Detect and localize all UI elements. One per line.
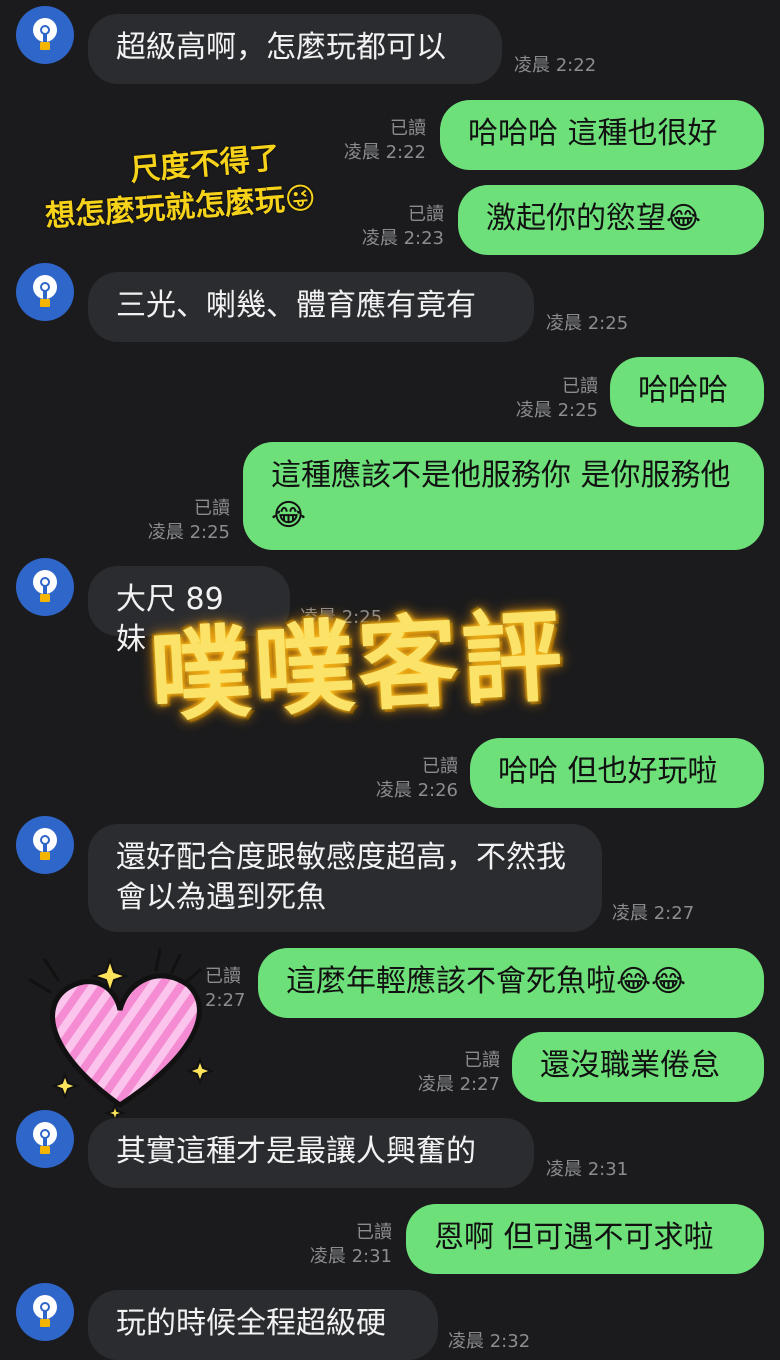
- message-time: 凌晨 2:25: [515, 400, 598, 421]
- message-time: 2:27: [205, 990, 246, 1011]
- message-time: 凌晨 2:32: [448, 1331, 531, 1352]
- outgoing-message-bubble[interactable]: 恩啊 但可遇不可求啦: [406, 1204, 764, 1274]
- lightbulb-avatar-icon: [18, 8, 72, 62]
- read-receipt: 已讀: [422, 756, 458, 777]
- incoming-message-bubble[interactable]: 超級高啊，怎麼玩都可以: [88, 14, 502, 84]
- incoming-message-bubble[interactable]: 還好配合度跟敏感度超高，不然我會以為遇到死魚: [88, 824, 602, 932]
- avatar[interactable]: [16, 558, 74, 616]
- read-receipt: 已讀: [390, 118, 426, 139]
- message-time: 凌晨 2:25: [147, 522, 230, 543]
- lightbulb-avatar-icon: [18, 265, 72, 319]
- outgoing-message-bubble[interactable]: 激起你的慾望😂: [458, 185, 764, 255]
- outgoing-message-bubble[interactable]: 哈哈哈 這種也很好: [440, 100, 764, 170]
- incoming-message-bubble[interactable]: 其實這種才是最讓人興奮的: [88, 1118, 534, 1188]
- outgoing-message-bubble[interactable]: 哈哈哈: [610, 357, 764, 427]
- message-time: 凌晨 2:31: [309, 1246, 392, 1267]
- heart-sticker-icon: [28, 948, 214, 1125]
- caption-line-2: 想怎麼玩就怎麼玩: [44, 182, 286, 235]
- read-receipt: 已讀: [194, 498, 230, 519]
- message-time: 凌晨 2:25: [546, 313, 629, 334]
- lightbulb-avatar-icon: [18, 560, 72, 614]
- read-receipt: 已讀: [562, 376, 598, 397]
- message-time: 凌晨 2:27: [612, 903, 695, 924]
- message-time: 凌晨 2:22: [343, 142, 426, 163]
- avatar[interactable]: [16, 816, 74, 874]
- outgoing-message-bubble[interactable]: 哈哈 但也好玩啦: [470, 738, 764, 808]
- winking-tongue-emoji: 😜: [283, 180, 318, 218]
- outgoing-message-bubble[interactable]: 這麼年輕應該不會死魚啦😂😂: [258, 948, 764, 1018]
- message-time: 凌晨 2:23: [361, 228, 444, 249]
- outgoing-message-bubble[interactable]: 這種應該不是他服務你 是你服務他😂: [243, 442, 764, 550]
- message-time: 凌晨 2:27: [417, 1074, 500, 1095]
- incoming-message-bubble[interactable]: 三光、喇幾、體育應有竟有: [88, 272, 534, 342]
- read-receipt: 已讀: [356, 1222, 392, 1243]
- avatar[interactable]: [16, 1283, 74, 1341]
- read-receipt: 已讀: [408, 204, 444, 225]
- message-time: 凌晨 2:31: [546, 1159, 629, 1180]
- overlay-caption: 想怎麼玩就怎麼玩😜: [44, 177, 318, 240]
- avatar[interactable]: [16, 6, 74, 64]
- lightbulb-avatar-icon: [18, 818, 72, 872]
- avatar[interactable]: [16, 263, 74, 321]
- read-receipt: 已讀: [205, 966, 241, 987]
- outgoing-message-bubble[interactable]: 還沒職業倦怠: [512, 1032, 764, 1102]
- read-receipt: 已讀: [464, 1050, 500, 1071]
- title-sticker: 噗噗客評: [147, 597, 569, 736]
- incoming-message-bubble[interactable]: 玩的時候全程超級硬: [88, 1290, 438, 1360]
- message-time: 凌晨 2:26: [375, 780, 458, 801]
- message-time: 凌晨 2:22: [514, 55, 597, 76]
- lightbulb-avatar-icon: [18, 1285, 72, 1339]
